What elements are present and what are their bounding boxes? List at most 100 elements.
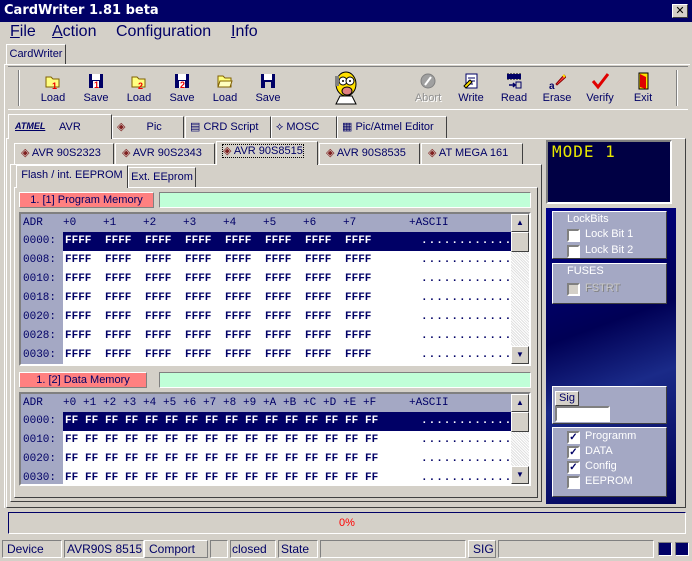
cell-value[interactable]: FF	[345, 412, 358, 431]
cell-value[interactable]: FFFF	[225, 270, 251, 289]
cell-value[interactable]: FFFF	[265, 346, 291, 364]
table-row[interactable]: 0030:FFFFFFFFFFFFFFFFFFFFFFFFFFFFFFFF...…	[21, 469, 529, 484]
cell-value[interactable]: FFFF	[265, 327, 291, 346]
cell-value[interactable]: FFFF	[345, 251, 371, 270]
table-row[interactable]: 0010:FFFFFFFFFFFFFFFFFFFFFFFFFFFFFFFF...…	[21, 431, 529, 450]
data-checkbox[interactable]: ✓	[567, 446, 580, 459]
cell-value[interactable]: FFFF	[305, 346, 331, 364]
cell-value[interactable]: FF	[325, 450, 338, 469]
table-row[interactable]: 0010:FFFFFFFFFFFFFFFFFFFFFFFFFFFFFFFF...…	[21, 270, 529, 289]
sig-button[interactable]: Sig	[555, 391, 579, 406]
cell-value[interactable]: FFFF	[265, 232, 291, 251]
data-memory-grid[interactable]: ADR +0 +1 +2 +3 +4 +5 +6 +7 +8 +9 +A +B +C +D +E +F +ASCI…	[19, 392, 531, 486]
cell-value[interactable]: FF	[225, 450, 238, 469]
cell-value[interactable]: FF	[305, 469, 318, 484]
cell-value[interactable]: FF	[165, 450, 178, 469]
cell-value[interactable]: FF	[205, 412, 218, 431]
cell-value[interactable]: FF	[265, 412, 278, 431]
cell-value[interactable]: FF	[145, 412, 158, 431]
cell-value[interactable]: FF	[265, 431, 278, 450]
cell-value[interactable]: FF	[325, 412, 338, 431]
cell-value[interactable]: FFFF	[225, 251, 251, 270]
table-row[interactable]: 0038:FFFFFFFFFFFFFFFFFFFFFFFFFFFFFFFF...…	[21, 365, 511, 366]
tab-avr[interactable]: ATMEL AVR	[8, 114, 112, 139]
lock-bit-2-checkbox[interactable]	[567, 245, 580, 258]
cell-value[interactable]: FFFF	[345, 365, 371, 366]
cell-value[interactable]: FFFF	[65, 289, 91, 308]
cell-value[interactable]: FF	[245, 431, 258, 450]
cell-value[interactable]: FF	[325, 431, 338, 450]
cell-value[interactable]: FF	[125, 412, 138, 431]
cell-value[interactable]: FF	[345, 450, 358, 469]
cell-value[interactable]: FF	[105, 431, 118, 450]
tab-flash-int-eeprom[interactable]: Flash / int. EEPROM	[16, 165, 128, 188]
table-row[interactable]: 0028: FFFF FFFF FFFF FFFF FFFF FFFF FFFF FFFF...…	[21, 327, 529, 346]
cell-value[interactable]: FFFF	[345, 346, 371, 364]
cell-value[interactable]: FFFF	[185, 308, 211, 327]
cell-value[interactable]: FFFF	[265, 289, 291, 308]
tab-avr-90s2323[interactable]: ◈ AVR 90S2323	[14, 143, 114, 164]
cell-value[interactable]: FFFF	[305, 251, 331, 270]
cell-value[interactable]: FF	[185, 469, 198, 484]
cell-value[interactable]: FF	[225, 469, 238, 484]
cell-value[interactable]: FFFF	[305, 270, 331, 289]
cell-value[interactable]: FFFF	[265, 251, 291, 270]
cell-value[interactable]: FFFF	[145, 327, 171, 346]
cell-value[interactable]: FFFF	[145, 308, 171, 327]
cell-value[interactable]: FF	[65, 431, 78, 450]
cell-value[interactable]: FFFF	[345, 270, 371, 289]
cell-value[interactable]: FFFF	[345, 289, 371, 308]
cell-value[interactable]: FF	[65, 469, 78, 484]
cell-value[interactable]: FF	[165, 412, 178, 431]
cell-value[interactable]: FF	[285, 431, 298, 450]
load-button[interactable]: Load	[204, 70, 246, 106]
save-button[interactable]: Save	[247, 70, 289, 106]
cell-value[interactable]: FFFF	[265, 308, 291, 327]
cell-value[interactable]: FF	[65, 450, 78, 469]
cell-value[interactable]: FF	[305, 450, 318, 469]
scroll-thumb[interactable]	[511, 412, 529, 432]
cell-value[interactable]: FFFF	[105, 346, 131, 364]
cell-value[interactable]: FF	[125, 469, 138, 484]
cell-value[interactable]: FF	[305, 431, 318, 450]
cell-value[interactable]: FFFF	[305, 289, 331, 308]
cell-value[interactable]: FFFF	[65, 232, 91, 251]
program-memory-field[interactable]	[159, 192, 531, 208]
cell-value[interactable]: FF	[245, 412, 258, 431]
config-checkbox[interactable]: ✓	[567, 461, 580, 474]
table-row[interactable]: 0020:FFFFFFFFFFFFFFFFFFFFFFFFFFFFFFFF...…	[21, 308, 529, 327]
tab-cardwriter[interactable]: CardWriter	[6, 44, 66, 64]
cell-value[interactable]: FF	[65, 412, 78, 431]
abort-button[interactable]: Abort	[407, 70, 449, 106]
cell-value[interactable]: FFFF	[105, 365, 131, 366]
cell-value[interactable]: FFFF	[185, 289, 211, 308]
cell-value[interactable]: FFFF	[345, 308, 371, 327]
cell-value[interactable]: FF	[205, 431, 218, 450]
cell-value[interactable]: FF	[285, 412, 298, 431]
cell-value[interactable]: FF	[365, 469, 378, 484]
cell-value[interactable]: FFFF	[185, 270, 211, 289]
cell-value[interactable]: FF	[245, 469, 258, 484]
cell-value[interactable]: FF	[85, 412, 98, 431]
tab-pic[interactable]: ◈ Pic	[112, 116, 184, 138]
cell-value[interactable]: FFFF	[105, 308, 131, 327]
read-button[interactable]: Read	[493, 70, 535, 106]
cell-value[interactable]: FFFF	[185, 251, 211, 270]
menu-configuration[interactable]: Configuration	[116, 23, 211, 41]
cell-value[interactable]: FFFF	[145, 365, 171, 366]
scroll-up-button[interactable]: ▲	[511, 214, 529, 232]
cell-value[interactable]: FF	[365, 412, 378, 431]
close-button[interactable]: ✕	[672, 4, 688, 18]
tab-crd-script[interactable]: ▤ CRD Script	[185, 116, 271, 138]
cell-value[interactable]: FF	[265, 450, 278, 469]
cell-value[interactable]: FFFF	[185, 346, 211, 364]
cell-value[interactable]: FF	[245, 450, 258, 469]
cell-value[interactable]: FFFF	[105, 327, 131, 346]
tab-avr-90s8535[interactable]: ◈ AVR 90S8535	[319, 143, 420, 164]
scroll-up-button[interactable]: ▲	[511, 394, 529, 412]
cell-value[interactable]: FFFF	[65, 365, 91, 366]
cell-value[interactable]: FFFF	[65, 270, 91, 289]
vertical-scrollbar[interactable]: ▲ ▼	[511, 394, 529, 484]
cell-value[interactable]: FF	[125, 450, 138, 469]
load-2-button[interactable]: 2 Load	[118, 70, 160, 106]
